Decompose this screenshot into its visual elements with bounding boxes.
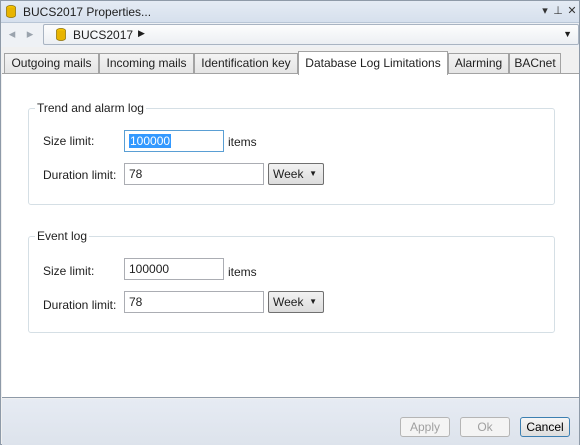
database-icon [56, 28, 66, 41]
back-icon[interactable]: ◂ [5, 27, 19, 41]
combo-value: Week [273, 295, 304, 309]
breadcrumb[interactable]: BUCS2017 ▶ ▼ [43, 24, 579, 45]
event-duration-limit-input[interactable]: 78 [124, 291, 264, 313]
breadcrumb-arrow-icon[interactable]: ▶ [138, 28, 145, 39]
breadcrumb-item[interactable]: BUCS2017 [73, 28, 133, 42]
tab-content-panel: Trend and alarm log Size limit: 100000 i… [2, 73, 579, 398]
event-log-group: Event log Size limit: 100000 items Durat… [28, 229, 555, 333]
navigation-bar: ◂ ▸ BUCS2017 ▶ ▼ [1, 23, 579, 47]
tab-database-log-limitations[interactable]: Database Log Limitations [298, 51, 448, 75]
pin-button[interactable]: ⊥ [551, 4, 565, 19]
apply-button[interactable]: Apply [400, 417, 450, 437]
trend-alarm-log-group: Trend and alarm log Size limit: 100000 i… [28, 101, 555, 205]
chevron-down-icon: ▼ [309, 169, 317, 178]
chevron-down-icon[interactable]: ▼ [563, 29, 572, 39]
combo-value: Week [273, 167, 304, 181]
tab-alarming[interactable]: Alarming [448, 53, 509, 74]
trend-duration-limit-input[interactable]: 78 [124, 163, 264, 185]
size-unit-label: items [228, 265, 257, 279]
tab-incoming-mails[interactable]: Incoming mails [99, 53, 194, 74]
duration-limit-label: Duration limit: [43, 298, 117, 312]
size-limit-label: Size limit: [43, 264, 95, 278]
selected-text: 100000 [129, 134, 172, 148]
tab-identification-key[interactable]: Identification key [194, 53, 298, 74]
trend-duration-unit-select[interactable]: Week ▼ [268, 163, 324, 185]
dialog-footer: Apply Ok Cancel [2, 399, 579, 445]
event-duration-unit-select[interactable]: Week ▼ [268, 291, 324, 313]
size-limit-label: Size limit: [43, 134, 95, 148]
trend-size-limit-input[interactable]: 100000 [124, 130, 224, 152]
close-button[interactable]: ✕ [565, 4, 579, 19]
group-title: Trend and alarm log [35, 101, 146, 115]
properties-window: BUCS2017 Properties... ▾ ⊥ ✕ ◂ ▸ BUCS201… [0, 0, 580, 445]
window-menu-button[interactable]: ▾ [538, 4, 552, 19]
database-icon [6, 5, 16, 18]
chevron-down-icon: ▼ [309, 297, 317, 306]
group-title: Event log [35, 229, 90, 243]
forward-icon[interactable]: ▸ [23, 27, 37, 41]
tab-outgoing-mails[interactable]: Outgoing mails [4, 53, 99, 74]
cancel-button[interactable]: Cancel [520, 417, 570, 437]
tab-strip: Outgoing mails Incoming mails Identifica… [4, 51, 578, 75]
ok-button[interactable]: Ok [460, 417, 510, 437]
event-size-limit-input[interactable]: 100000 [124, 258, 224, 280]
tab-bacnet[interactable]: BACnet [509, 53, 561, 74]
size-unit-label: items [228, 135, 257, 149]
duration-limit-label: Duration limit: [43, 168, 117, 182]
title-bar: BUCS2017 Properties... ▾ ⊥ ✕ [1, 1, 579, 23]
window-title: BUCS2017 Properties... [23, 5, 152, 19]
